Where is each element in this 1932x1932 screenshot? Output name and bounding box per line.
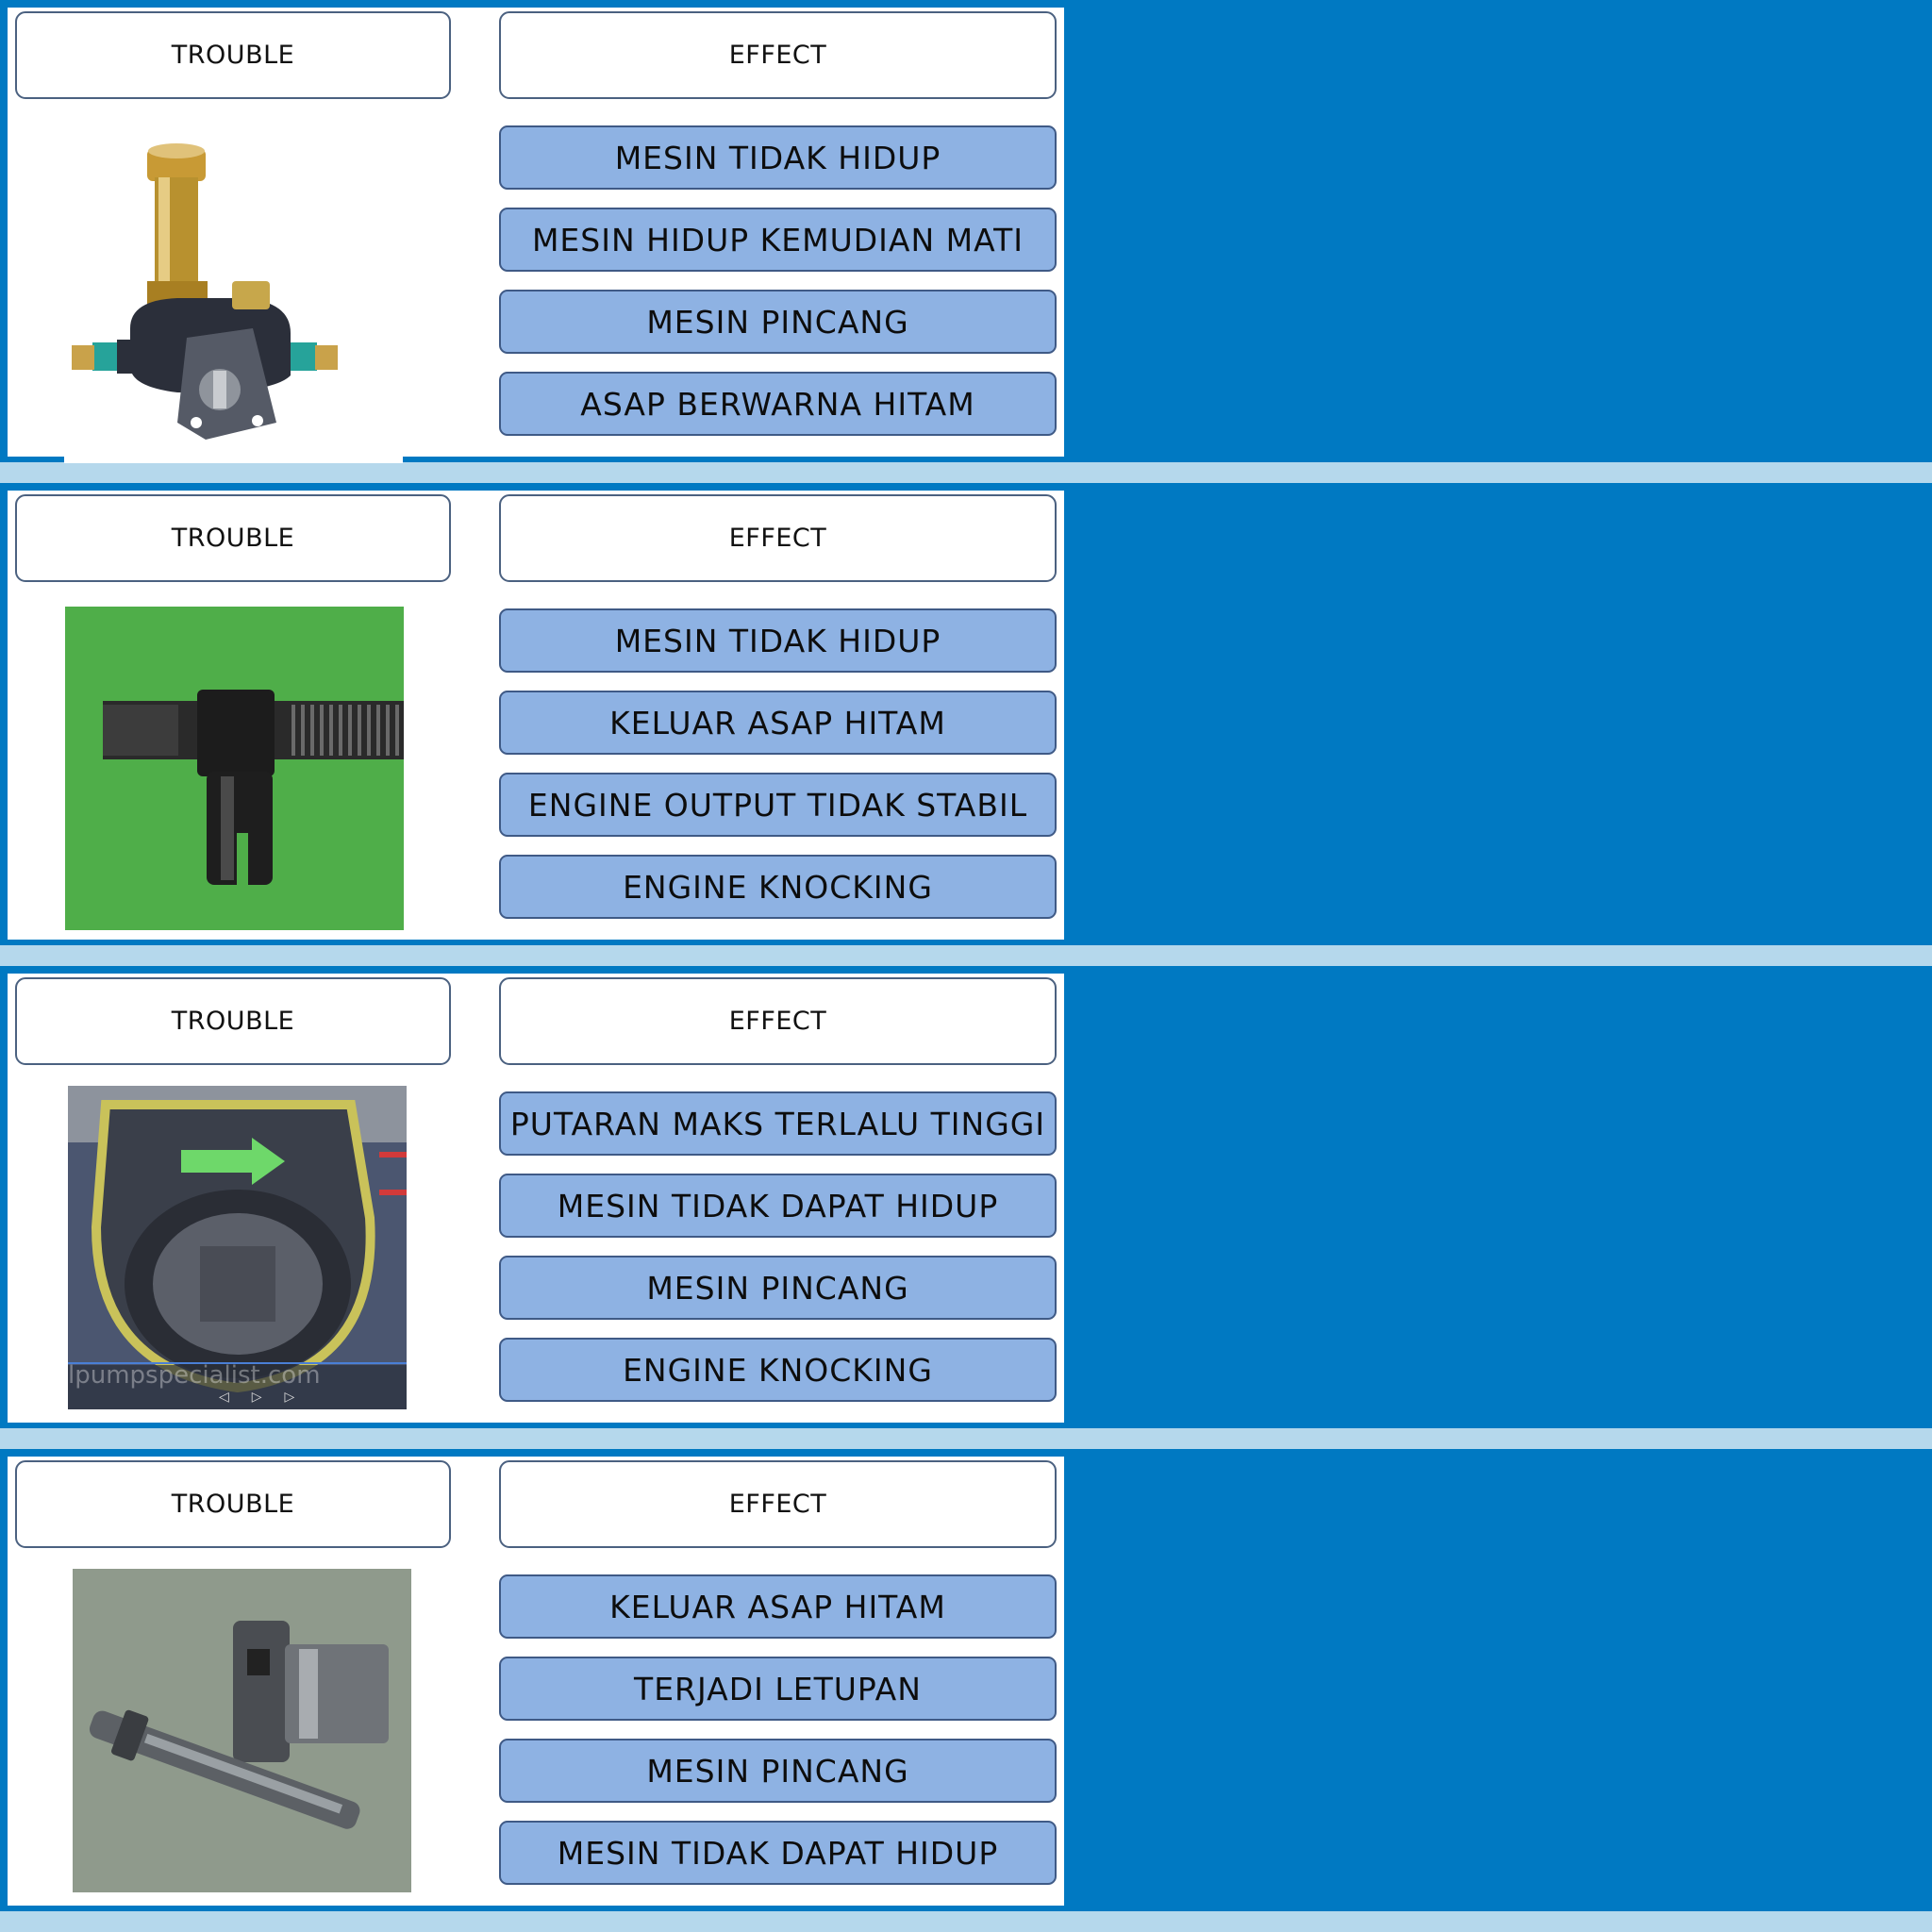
trouble-header: TROUBLE bbox=[15, 494, 451, 582]
question-card: TROUBLE EFFECT bbox=[8, 491, 1064, 940]
question-card: TROUBLE EFFECT KELUAR ASAP HITAM TERJADI… bbox=[8, 1457, 1064, 1906]
effect-option[interactable]: KELUAR ASAP HITAM bbox=[499, 691, 1057, 755]
trouble-section-4: TROUBLE EFFECT KELUAR ASAP HITAM TERJADI… bbox=[0, 1449, 1932, 1911]
effect-header: EFFECT bbox=[499, 1460, 1057, 1548]
effect-header: EFFECT bbox=[499, 977, 1057, 1065]
effect-option[interactable]: ENGINE OUTPUT TIDAK STABIL bbox=[499, 773, 1057, 837]
trouble-section-1: TROUBLE EFFECT MESIN TIDAK HIDUP MESIN H… bbox=[0, 0, 1932, 463]
effect-option[interactable]: ENGINE KNOCKING bbox=[499, 855, 1057, 919]
effect-option[interactable]: ENGINE KNOCKING bbox=[499, 1338, 1057, 1402]
trouble-header: TROUBLE bbox=[15, 11, 451, 99]
question-card: TROUBLE EFFECT lpumpspecialist.com ◁▷▷ P… bbox=[8, 974, 1064, 1423]
effect-option[interactable]: MESIN PINCANG bbox=[499, 1739, 1057, 1803]
fuel-feed-pump-photo bbox=[64, 140, 403, 463]
effect-header: EFFECT bbox=[499, 494, 1057, 582]
effect-option[interactable]: MESIN TIDAK HIDUP bbox=[499, 125, 1057, 190]
injection-pump-housing-photo: lpumpspecialist.com ◁▷▷ bbox=[68, 1086, 407, 1409]
control-rack-photo bbox=[65, 607, 404, 930]
effect-option[interactable]: MESIN TIDAK DAPAT HIDUP bbox=[499, 1821, 1057, 1885]
effect-option[interactable]: MESIN HIDUP KEMUDIAN MATI bbox=[499, 208, 1057, 272]
effect-option[interactable]: TERJADI LETUPAN bbox=[499, 1657, 1057, 1721]
trouble-header: TROUBLE bbox=[15, 1460, 451, 1548]
watermark-text: lpumpspecialist.com bbox=[68, 1361, 321, 1390]
effect-option[interactable]: PUTARAN MAKS TERLALU TINGGI bbox=[499, 1091, 1057, 1156]
effect-option[interactable]: ASAP BERWARNA HITAM bbox=[499, 372, 1057, 436]
trouble-section-2: TROUBLE EFFECT MESIN TIDAK HIDUP KELUAR … bbox=[0, 483, 1932, 945]
effect-option[interactable]: MESIN PINCANG bbox=[499, 1256, 1057, 1320]
plunger-barrel-photo bbox=[73, 1569, 411, 1892]
effect-option[interactable]: MESIN PINCANG bbox=[499, 290, 1057, 354]
question-card: TROUBLE EFFECT bbox=[8, 8, 1064, 463]
video-controls[interactable]: ◁▷▷ bbox=[219, 1390, 317, 1405]
trouble-section-3: TROUBLE EFFECT lpumpspecialist.com ◁▷▷ P… bbox=[0, 966, 1932, 1428]
trouble-header: TROUBLE bbox=[15, 977, 451, 1065]
effect-header: EFFECT bbox=[499, 11, 1057, 99]
effect-option[interactable]: KELUAR ASAP HITAM bbox=[499, 1574, 1057, 1639]
effect-option[interactable]: MESIN TIDAK DAPAT HIDUP bbox=[499, 1174, 1057, 1238]
effect-option[interactable]: MESIN TIDAK HIDUP bbox=[499, 608, 1057, 673]
